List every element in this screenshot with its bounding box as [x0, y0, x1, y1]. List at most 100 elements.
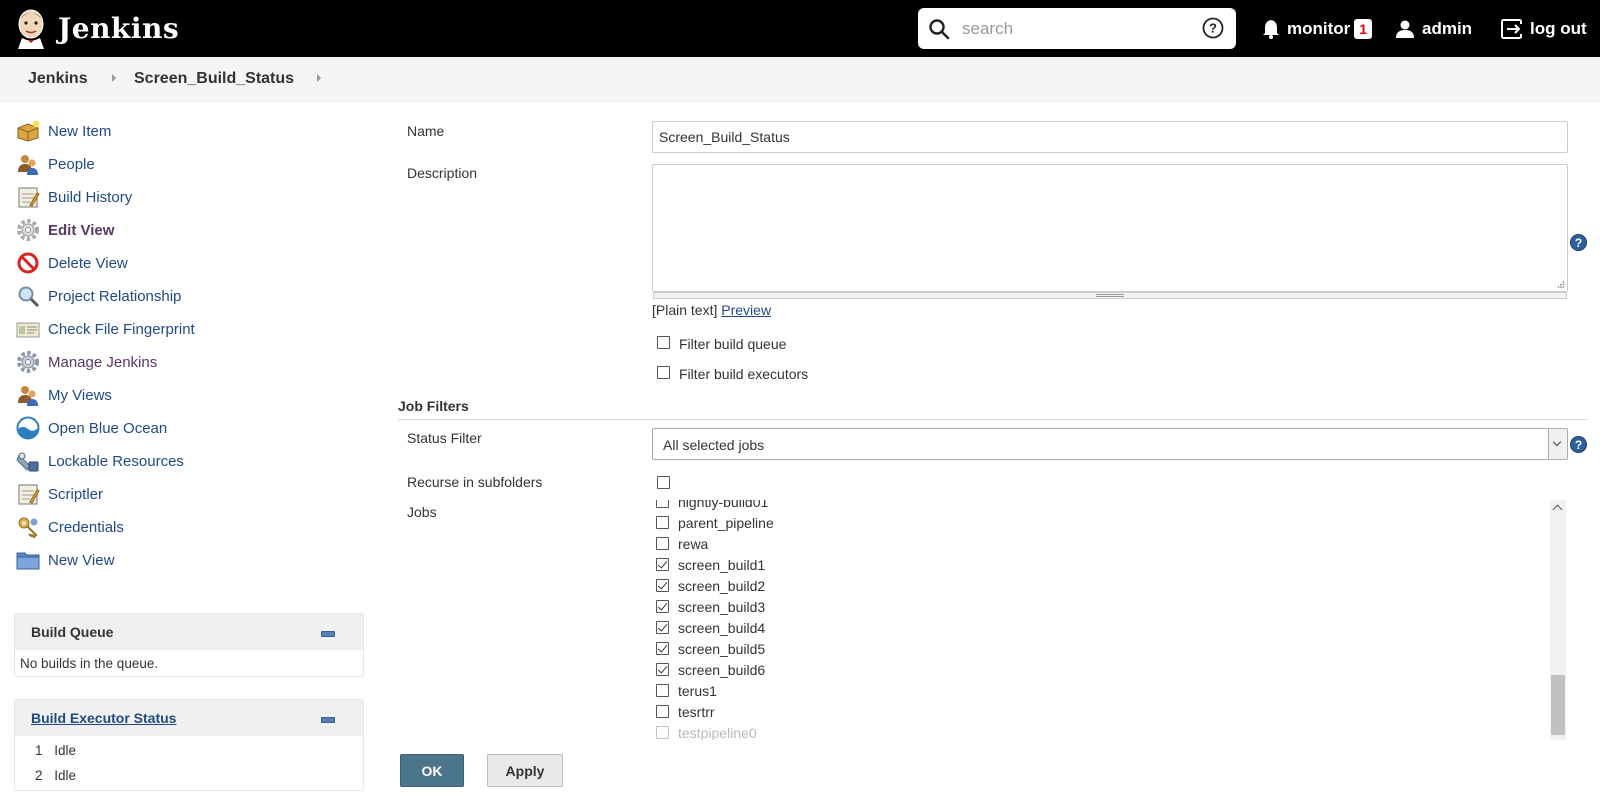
textarea-resize-grip[interactable] [653, 292, 1567, 299]
job-name: screen_build2 [678, 578, 766, 594]
job-checkbox[interactable] [656, 500, 669, 508]
breadcrumb-jenkins[interactable]: Jenkins [28, 70, 88, 88]
apply-button[interactable]: Apply [487, 754, 563, 787]
status-filter-select[interactable]: All selected jobs [652, 428, 1568, 460]
job-checkbox[interactable] [656, 726, 669, 739]
sidebar-item-label: Build History [48, 188, 133, 206]
job-name: nightly-build01 [678, 500, 769, 510]
sidebar-item-label: New View [48, 551, 115, 569]
sidebar-item-label: Lockable Resources [48, 452, 184, 470]
sidebar-item-people[interactable]: People [16, 149, 95, 179]
filter-build-executors-checkbox[interactable] [657, 366, 670, 379]
description-format: [Plain text] Preview [652, 302, 771, 318]
job-filters-title: Job Filters [398, 398, 469, 414]
sidebar-item-scriptler[interactable]: Scriptler [16, 479, 103, 509]
filter-build-queue-checkbox[interactable] [657, 336, 670, 349]
resize-corner-icon[interactable] [1556, 280, 1565, 289]
breadcrumb-chevron-icon[interactable] [112, 74, 116, 82]
executor-status: Idle [54, 768, 77, 783]
sidebar-item-label: My Views [48, 386, 112, 404]
job-checkbox[interactable] [656, 537, 669, 550]
job-checkbox[interactable] [656, 642, 669, 655]
sidebar-item-delete-view[interactable]: Delete View [16, 248, 128, 278]
jenkins-logo[interactable]: Jenkins [14, 7, 179, 49]
build-queue-pane: Build Queue No builds in the queue. [14, 613, 364, 677]
jobs-label: Jobs [407, 504, 437, 520]
collapse-icon[interactable] [321, 717, 335, 723]
sidebar-item-build-history[interactable]: Build History [16, 182, 132, 212]
fingerprint-icon [16, 317, 40, 341]
ok-button[interactable]: OK [400, 754, 464, 787]
sidebar-item-manage-jenkins[interactable]: Manage Jenkins [16, 347, 157, 377]
job-checkbox[interactable] [656, 621, 669, 634]
job-checkbox[interactable] [656, 684, 669, 697]
recurse-label: Recurse in subfolders [407, 474, 543, 490]
sidebar-item-project-relationship[interactable]: Project Relationship [16, 281, 181, 311]
description-textarea[interactable] [652, 164, 1568, 299]
job-checkbox[interactable] [656, 579, 669, 592]
job-checkbox[interactable] [656, 663, 669, 676]
jenkins-butler-icon [18, 9, 44, 49]
magnifier-icon [16, 284, 40, 308]
monitor-link[interactable]: monitor 1 [1261, 0, 1373, 57]
monitor-count-badge: 1 [1354, 18, 1373, 39]
sidebar-item-label: Manage Jenkins [48, 353, 158, 371]
breadcrumb: Jenkins Screen_Build_Status [0, 57, 1600, 102]
jobs-list: nightly-build01 parent_pipeline rewa scr… [652, 500, 1568, 740]
build-executor-title[interactable]: Build Executor Status [31, 710, 176, 726]
sidebar-item-check-file-fingerprint[interactable]: Check File Fingerprint [16, 314, 195, 344]
sidebar-item-label: People [48, 155, 95, 173]
job-name: screen_build1 [678, 557, 766, 573]
search-icon [929, 19, 950, 40]
search-input[interactable] [960, 14, 1194, 44]
help-circle-icon[interactable]: ? [1202, 17, 1224, 39]
collapse-icon[interactable] [321, 631, 335, 637]
job-checkbox[interactable] [656, 516, 669, 529]
executor-number: 2 [35, 768, 43, 783]
sidebar-item-new-item[interactable]: New Item [16, 116, 111, 146]
job-name: parent_pipeline [678, 515, 774, 531]
build-executor-pane: Build Executor Status 1 Idle 2 Idle [14, 699, 364, 791]
help-icon[interactable]: ? [1570, 234, 1587, 251]
job-checkbox[interactable] [656, 705, 669, 718]
sidebar-item-new-view[interactable]: New View [16, 545, 114, 575]
sidebar-item-label: Edit View [48, 221, 115, 239]
sidebar-item-label: Check File Fingerprint [48, 320, 195, 338]
top-header: Jenkins ? monitor 1 admin [0, 0, 1600, 57]
no-entry-icon [16, 251, 40, 275]
sidebar-item-edit-view[interactable]: Edit View [16, 215, 114, 245]
breadcrumb-chevron-icon[interactable] [317, 74, 321, 82]
scroll-up-icon[interactable] [1552, 504, 1563, 515]
sidebar-item-lockable-resources[interactable]: Lockable Resources [16, 446, 184, 476]
recurse-checkbox[interactable] [657, 476, 670, 489]
sidebar-item-credentials[interactable]: Credentials [16, 512, 124, 542]
bell-icon [1263, 19, 1279, 39]
logout-label: log out [1530, 18, 1587, 38]
job-name: screen_build4 [678, 620, 766, 636]
logout-link[interactable]: log out [1500, 0, 1587, 57]
user-icon [1396, 20, 1414, 38]
svg-text:?: ? [1209, 21, 1217, 36]
job-name: rewa [678, 536, 709, 552]
jobs-scrollbar[interactable] [1550, 500, 1566, 740]
job-name: screen_build3 [678, 599, 766, 615]
job-name: terus1 [678, 683, 717, 699]
help-icon[interactable]: ? [1570, 436, 1587, 453]
scrollbar-thumb[interactable] [1551, 675, 1565, 735]
notepad-icon [16, 185, 40, 209]
chevron-down-icon[interactable] [1548, 429, 1567, 459]
preview-link[interactable]: Preview [721, 302, 771, 318]
job-checkbox[interactable] [656, 558, 669, 571]
gear-icon [16, 350, 40, 374]
breadcrumb-view[interactable]: Screen_Build_Status [134, 70, 294, 88]
job-checkbox[interactable] [656, 600, 669, 613]
job-name: testpipeline0 [678, 725, 757, 740]
new-item-icon [16, 119, 40, 143]
user-link[interactable]: admin [1395, 0, 1472, 57]
build-queue-header: Build Queue [15, 614, 363, 650]
name-input[interactable] [652, 121, 1568, 153]
job-name: screen_build6 [678, 662, 766, 678]
people-icon [16, 152, 40, 176]
sidebar-item-my-views[interactable]: My Views [16, 380, 112, 410]
sidebar-item-open-blue-ocean[interactable]: Open Blue Ocean [16, 413, 167, 443]
